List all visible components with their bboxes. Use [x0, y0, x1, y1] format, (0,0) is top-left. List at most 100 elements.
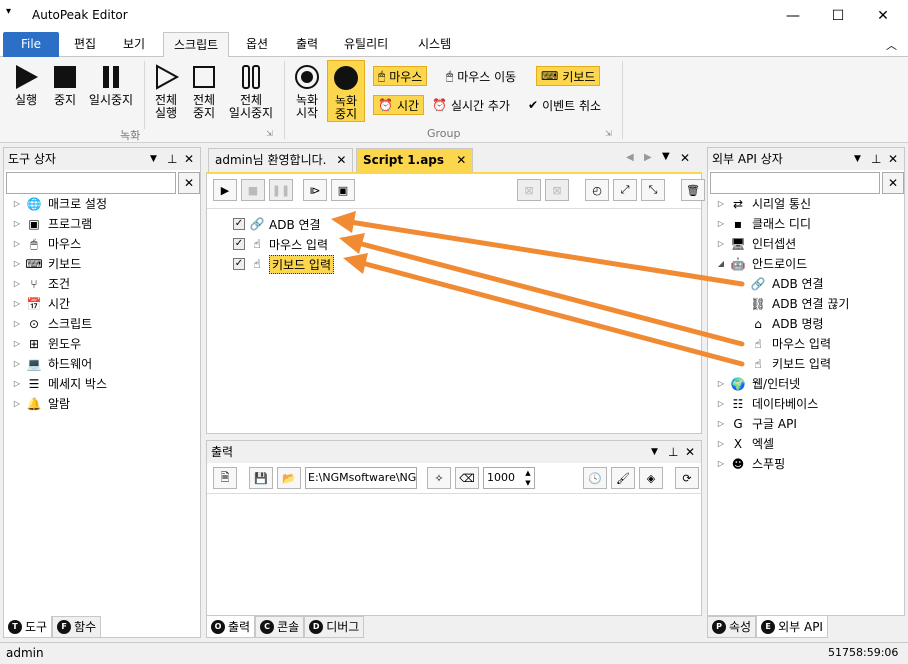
- output-open-button[interactable]: 📂: [277, 467, 301, 489]
- mouse-move-toggle[interactable]: 🖱 마우스 이동: [442, 66, 520, 86]
- tree-item[interactable]: ▷ 📅 시간: [10, 294, 198, 314]
- tree-item[interactable]: ▷ 🖱 마우스: [10, 234, 198, 254]
- toolbar-disabled-2-button[interactable]: ⊠: [545, 179, 569, 201]
- tab-properties[interactable]: P 속성: [707, 616, 757, 638]
- output-refresh-button[interactable]: ⟳: [675, 467, 699, 489]
- toolbar-step-button[interactable]: ⧐: [303, 179, 327, 201]
- tree-item[interactable]: ▷ ☻ 스푸핑: [714, 454, 902, 474]
- tree-item[interactable]: ▷ ⊞ 윈도우: [10, 334, 198, 354]
- tab-tools[interactable]: T 도구: [3, 616, 53, 638]
- collapsed-arrow-icon[interactable]: ▷: [714, 434, 728, 454]
- time-toggle[interactable]: ⏰ 시간: [373, 95, 425, 115]
- collapsed-arrow-icon[interactable]: ▷: [714, 194, 728, 214]
- tree-item[interactable]: ▷ ▪ 클래스 디디: [714, 214, 902, 234]
- tab-close-icon[interactable]: ✕: [336, 153, 346, 167]
- output-save-button[interactable]: 💾: [249, 467, 273, 489]
- tab-output-log[interactable]: O 출력: [206, 616, 256, 638]
- collapsed-arrow-icon[interactable]: ▷: [10, 314, 24, 334]
- tree-item[interactable]: ▷ ☷ 데이타베이스: [714, 394, 902, 414]
- toolbar-expand-button[interactable]: ⤢: [613, 179, 637, 201]
- script-item[interactable]: ✓ ☝ 마우스 입력: [233, 234, 334, 254]
- tool-search-input[interactable]: [6, 172, 176, 194]
- toolbar-collapse-button[interactable]: ⤡: [641, 179, 665, 201]
- tab-scroll-left-icon[interactable]: ◀: [626, 152, 634, 163]
- script-item[interactable]: ✓ ☝ 키보드 입력: [233, 254, 335, 274]
- tool-search-clear-button[interactable]: ✕: [178, 172, 200, 194]
- record-stop-button[interactable]: 녹화 중지: [327, 60, 365, 122]
- toolbar-delete-button[interactable]: 🗑: [681, 179, 705, 201]
- tab-view[interactable]: 보기: [113, 32, 155, 57]
- stop-all-button[interactable]: 전체 중지: [186, 63, 222, 120]
- tree-item[interactable]: ▷ 🌍 웹/인터넷: [714, 374, 902, 394]
- collapsed-arrow-icon[interactable]: ▷: [10, 294, 24, 314]
- pause-button[interactable]: 일시중지: [84, 63, 138, 107]
- tree-item[interactable]: ☝ 마우스 입력: [714, 334, 902, 354]
- tab-script[interactable]: 스크립트: [163, 32, 230, 58]
- system-menu-icon[interactable]: ▾: [6, 6, 11, 17]
- api-search-clear-button[interactable]: ✕: [882, 172, 904, 194]
- tab-system[interactable]: 시스템: [408, 32, 461, 57]
- panel-close-icon[interactable]: ✕: [888, 148, 898, 170]
- record-start-button[interactable]: 녹화 시작: [289, 63, 325, 120]
- tree-item[interactable]: ▷ 💻 하드웨어: [10, 354, 198, 374]
- panel-close-icon[interactable]: ✕: [685, 441, 695, 463]
- tab-close-icon[interactable]: ✕: [456, 153, 466, 167]
- output-path-field[interactable]: E:\NGMsoftware\NG: [305, 467, 417, 489]
- event-cancel-button[interactable]: ✔ 이벤트 취소: [524, 95, 605, 115]
- tree-item[interactable]: ☝ 키보드 입력: [714, 354, 902, 374]
- collapsed-arrow-icon[interactable]: ▷: [714, 234, 728, 254]
- dialog-launcher-icon[interactable]: ⇲: [605, 129, 612, 138]
- collapsed-arrow-icon[interactable]: ▷: [10, 214, 24, 234]
- document-close-icon[interactable]: ✕: [680, 151, 690, 165]
- panel-menu-icon[interactable]: ▼: [150, 148, 157, 170]
- pin-icon[interactable]: ⊥: [167, 148, 177, 170]
- tree-item[interactable]: ▷ 🌐 매크로 설정: [10, 194, 198, 214]
- collapsed-arrow-icon[interactable]: ▷: [10, 354, 24, 374]
- stepper-arrows-icon[interactable]: ▲ ▼: [522, 468, 534, 488]
- realtime-add-toggle[interactable]: ⏰ 실시간 추가: [428, 95, 514, 115]
- pin-icon[interactable]: ⊥: [668, 441, 678, 463]
- collapsed-arrow-icon[interactable]: ▷: [714, 374, 728, 394]
- toolbar-run-to-button[interactable]: ▣: [331, 179, 355, 201]
- tree-item[interactable]: ▷ ⑂ 조건: [10, 274, 198, 294]
- tab-list-icon[interactable]: ▼: [662, 151, 670, 162]
- tree-item[interactable]: ⌂ ADB 명령: [714, 314, 902, 334]
- tab-file[interactable]: File: [3, 32, 59, 57]
- script-item[interactable]: ✓ 🔗 ADB 연결: [233, 214, 334, 234]
- expanded-arrow-icon[interactable]: ◢: [714, 254, 728, 274]
- collapsed-arrow-icon[interactable]: ▷: [714, 454, 728, 474]
- tab-edit[interactable]: 편집: [64, 32, 106, 57]
- maximize-button[interactable]: ☐: [815, 0, 861, 32]
- script-item-checkbox[interactable]: ✓: [233, 218, 245, 230]
- panel-menu-icon[interactable]: ▼: [854, 148, 861, 170]
- tree-item[interactable]: ▷ ⌨ 키보드: [10, 254, 198, 274]
- close-button[interactable]: ✕: [860, 0, 906, 32]
- tab-output[interactable]: 출력: [286, 32, 328, 57]
- tree-item[interactable]: ▷ X 엑셀: [714, 434, 902, 454]
- stop-button[interactable]: 중지: [48, 63, 82, 107]
- keyboard-toggle[interactable]: ⌨ 키보드: [536, 66, 601, 86]
- tab-script-file[interactable]: Script 1.aps ✕: [356, 148, 474, 172]
- collapse-ribbon-icon[interactable]: ︿: [886, 37, 897, 53]
- tree-item[interactable]: ⛓ ADB 연결 끊기: [714, 294, 902, 314]
- collapsed-arrow-icon[interactable]: ▷: [10, 254, 24, 274]
- output-time-button[interactable]: 🕓: [583, 467, 607, 489]
- output-clean-button[interactable]: ✧: [427, 467, 451, 489]
- run-all-button[interactable]: 전체 실행: [148, 63, 184, 120]
- toolbar-stop-button[interactable]: ■: [241, 179, 265, 201]
- collapsed-arrow-icon[interactable]: ▷: [10, 394, 24, 414]
- output-brush-button[interactable]: 🖌: [611, 467, 635, 489]
- tree-item[interactable]: ▷ 🖥 인터셉션: [714, 234, 902, 254]
- tab-debug[interactable]: D 디버그: [304, 616, 365, 638]
- collapsed-arrow-icon[interactable]: ▷: [10, 194, 24, 214]
- output-erase-button[interactable]: ⌫: [455, 467, 479, 489]
- script-item-checkbox[interactable]: ✓: [233, 238, 245, 250]
- minimize-button[interactable]: —: [770, 0, 816, 32]
- collapsed-arrow-icon[interactable]: ▷: [714, 414, 728, 434]
- tree-item[interactable]: ▷ ▣ 프로그램: [10, 214, 198, 234]
- tab-console[interactable]: C 콘솔: [255, 616, 305, 638]
- tab-functions[interactable]: F 함수: [52, 616, 102, 638]
- tree-item[interactable]: 🔗 ADB 연결: [714, 274, 902, 294]
- pause-all-button[interactable]: 전체 일시중지: [224, 63, 278, 120]
- toolbar-run-button[interactable]: ▶: [213, 179, 237, 201]
